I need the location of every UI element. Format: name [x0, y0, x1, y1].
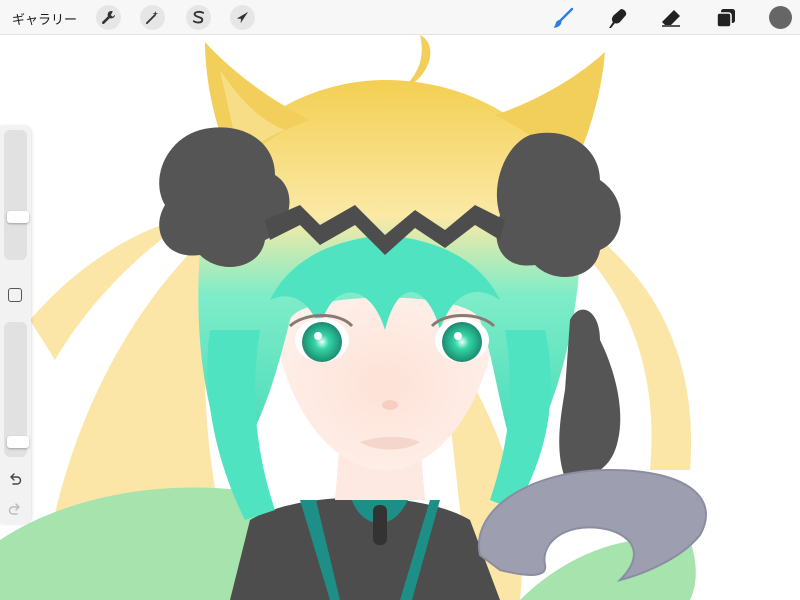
magic-wand-icon	[145, 10, 159, 25]
actions-button[interactable]	[96, 5, 121, 30]
eraser-icon	[662, 10, 680, 27]
layers-icon	[716, 9, 735, 28]
transform-button[interactable]	[230, 5, 255, 30]
undo-icon	[10, 473, 22, 485]
procreate-app: ギャラリー	[0, 0, 800, 600]
smudge-finger-icon	[609, 9, 627, 28]
smudge-tool-button[interactable]	[605, 5, 631, 31]
nose	[382, 400, 398, 410]
modify-button[interactable]	[8, 288, 22, 302]
layers-button[interactable]	[713, 5, 739, 31]
undo-button[interactable]	[6, 470, 24, 488]
drawing-canvas[interactable]	[0, 35, 800, 600]
adjustments-button[interactable]	[140, 5, 165, 30]
opacity-thumb[interactable]	[7, 436, 29, 449]
brush-size-thumb[interactable]	[7, 211, 29, 224]
eraser-tool-button[interactable]	[658, 5, 684, 31]
top-toolbar: ギャラリー	[0, 0, 800, 35]
opacity-slider[interactable]	[4, 322, 29, 457]
wrench-icon	[102, 10, 116, 24]
s-ribbon-icon	[192, 10, 205, 24]
redo-icon	[8, 503, 20, 515]
brush-size-slider[interactable]	[4, 130, 29, 260]
redo-button[interactable]	[6, 500, 24, 518]
side-bar	[0, 126, 31, 524]
brush-icon	[553, 7, 574, 28]
selection-button[interactable]	[186, 5, 211, 30]
gallery-button[interactable]: ギャラリー	[12, 9, 77, 28]
brush-tool-button[interactable]	[550, 5, 576, 31]
arrow-cursor-icon	[236, 11, 249, 24]
color-picker-swatch[interactable]	[769, 6, 792, 29]
